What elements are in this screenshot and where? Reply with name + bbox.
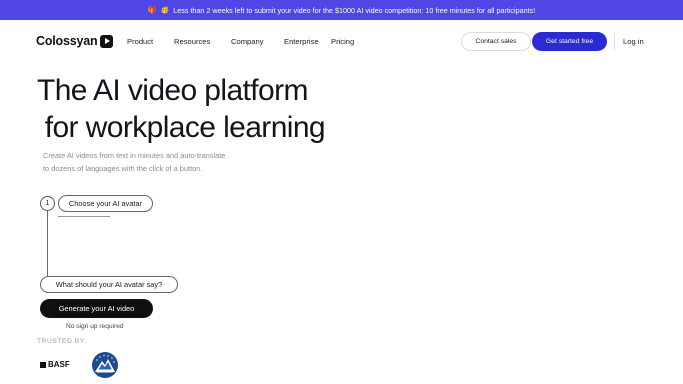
paramount-mountain-icon xyxy=(95,354,115,373)
nav-item-label: Product xyxy=(127,37,154,46)
top-navigation: Colossyan Product Resources Company Ente… xyxy=(0,20,683,62)
nav-divider xyxy=(614,33,615,50)
get-started-button[interactable]: Get started free xyxy=(532,32,607,51)
basf-square-icon xyxy=(40,361,46,368)
hero-subtitle: Create AI videos from text in minutes an… xyxy=(43,150,273,175)
nav-item-company[interactable]: Company xyxy=(231,37,264,46)
steps-connector xyxy=(47,211,48,277)
generate-video-button[interactable]: Generate your AI video xyxy=(40,299,153,318)
nav-item-resources[interactable]: Resources xyxy=(174,37,210,46)
contact-sales-button[interactable]: Contact sales xyxy=(461,32,531,51)
logo-text: Colossyan xyxy=(36,34,98,48)
nav-item-enterprise[interactable]: Enterprise xyxy=(284,37,319,46)
colossyan-logo[interactable]: Colossyan xyxy=(36,34,114,48)
basf-logo: BASF xyxy=(40,360,70,369)
hero-subtitle-line: to dozens of languages with the click of… xyxy=(43,163,203,173)
step-number-badge: 1 xyxy=(40,196,55,211)
no-signup-note: No sign up required xyxy=(66,323,124,330)
nav-item-product[interactable]: Product xyxy=(127,37,153,46)
avatar-progress-underline xyxy=(58,216,110,217)
login-link[interactable]: Log in xyxy=(623,37,644,46)
basf-logo-text: BASF xyxy=(48,360,70,369)
gift-icon: 🎁 xyxy=(147,7,157,14)
nav-item-label: Pricing xyxy=(331,37,355,46)
choose-avatar-button[interactable]: Choose your AI avatar xyxy=(58,195,153,212)
nav-item-pricing[interactable]: Pricing xyxy=(331,37,354,46)
nav-item-label: Enterprise xyxy=(284,37,319,46)
play-logo-icon xyxy=(100,34,114,48)
nav-item-label: Resources xyxy=(174,37,211,46)
party-icon: 🥳 xyxy=(160,7,170,14)
trusted-by-label: TRUSTED BY: xyxy=(37,338,87,345)
nav-item-label: Company xyxy=(231,37,264,46)
avatar-script-input[interactable]: What should your AI avatar say? xyxy=(40,276,178,293)
hero-title: The AI video platform for workplace lear… xyxy=(37,74,326,144)
banner-text: Less than 2 weeks left to submit your vi… xyxy=(173,5,536,15)
paramount-logo xyxy=(92,352,118,378)
announcement-banner[interactable]: 🎁 🥳 Less than 2 weeks left to submit you… xyxy=(0,0,683,20)
hero-subtitle-line: Create AI videos from text in minutes an… xyxy=(43,151,226,160)
